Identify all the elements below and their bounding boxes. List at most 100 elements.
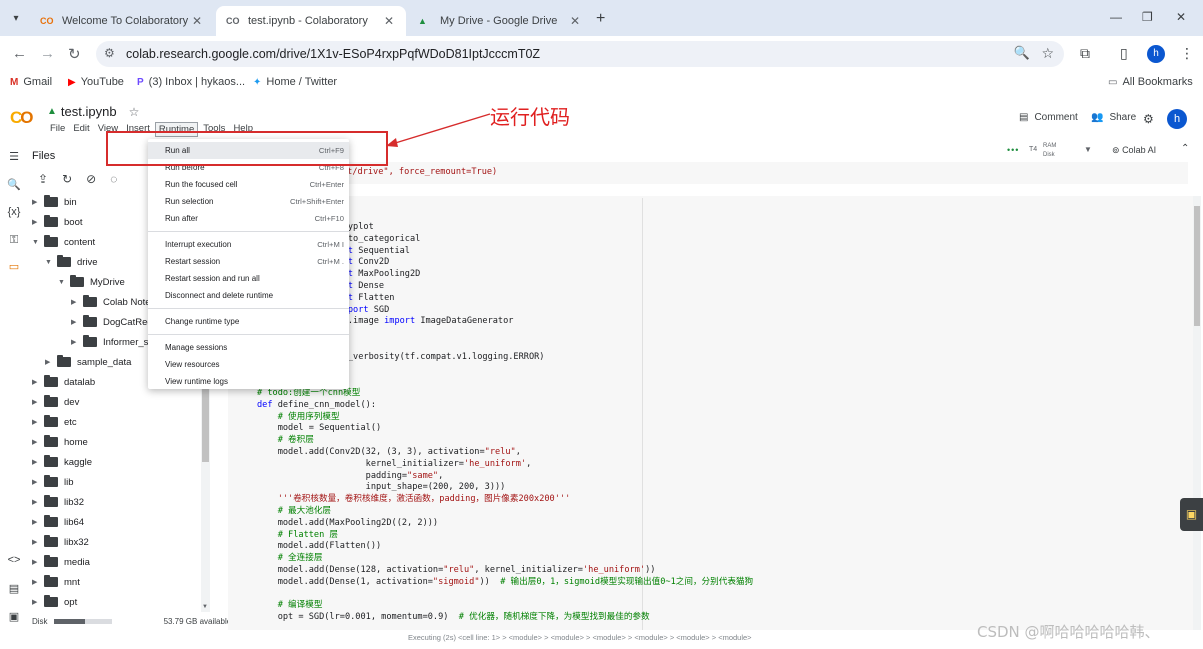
reload-icon[interactable]: ↻ [68,45,81,63]
upload-icon[interactable]: ⇪ [38,172,48,186]
side-panel-icon[interactable]: ▯ [1120,45,1128,62]
new-tab-icon[interactable]: + [596,10,605,28]
runtime-menu-item[interactable]: View resources [148,356,349,373]
file-tree-item[interactable]: ▶ boot [32,212,83,232]
notebook-title[interactable]: test.ipynb [61,104,117,119]
caret-right-icon[interactable]: ▶ [32,598,44,606]
connected-status-icon[interactable]: ••• [1007,145,1019,155]
file-tree-item[interactable]: ▶ mnt [32,572,80,592]
caret-right-icon[interactable]: ▶ [32,218,44,226]
caret-right-icon[interactable]: ▶ [32,398,44,406]
colab-profile-avatar[interactable]: h [1167,109,1187,129]
all-bookmarks[interactable]: ▭ All Bookmarks [1108,76,1193,88]
file-tree-item[interactable]: ▼ content [32,232,95,252]
cell-code[interactable]: nt/drive", force_remount=True) [342,167,497,179]
file-tree-item[interactable]: ▶ dev [32,392,79,412]
toc-icon[interactable]: ☰ [6,150,22,166]
address-bar[interactable]: ⚙ colab.research.google.com/drive/1X1v-E… [96,41,1064,67]
file-tree-item[interactable]: ▶ Informer_sto [71,332,156,352]
file-tree-item[interactable]: ▼ MyDrive [58,272,125,292]
caret-right-icon[interactable]: ▶ [71,318,83,326]
browser-menu-icon[interactable]: ⋮ [1180,45,1194,62]
caret-right-icon[interactable]: ▶ [32,558,44,566]
colab-ai-button[interactable]: ⊚ Colab AI [1112,145,1156,156]
share-button[interactable]: 👥 Share [1091,112,1136,123]
scroll-down-icon[interactable]: ▼ [202,604,208,610]
file-tree-item[interactable]: ▶ media [32,552,90,572]
browser-tab[interactable]: CO Welcome To Colaboratory - C ✕ [30,6,214,36]
collapse-header-icon[interactable]: ⌃ [1181,143,1189,154]
cell-code[interactable]: # todo:创建一个cnn模型 def define_cnn_model(): … [257,388,753,624]
bookmark-twitter[interactable]: ✦ Home / Twitter [253,76,337,88]
gemini-widget-icon[interactable]: ▣ [1180,498,1203,531]
file-tree-item[interactable]: ▶ lib32 [32,492,84,512]
file-tree-item[interactable]: ▶ DogCatReco [71,312,157,332]
tab-search-icon[interactable]: ▾ [6,9,26,29]
caret-down-icon[interactable]: ▼ [45,259,57,266]
file-tree-item[interactable]: ▶ bin [32,192,77,212]
runtime-menu-item[interactable]: View runtime logs [148,373,349,390]
caret-right-icon[interactable]: ▶ [32,578,44,586]
comment-button[interactable]: ▤ Comment [1019,112,1078,123]
caret-right-icon[interactable]: ▶ [32,458,44,466]
variables-icon[interactable]: {x} [6,206,22,222]
runtime-menu-item[interactable]: Restart session Ctrl+M . [148,253,349,270]
file-tree-item[interactable]: ▶ datalab [32,372,95,392]
extensions-icon[interactable]: ⧉ [1080,45,1090,62]
colab-logo-icon[interactable]: CO [10,108,34,128]
caret-right-icon[interactable]: ▶ [32,478,44,486]
browser-profile-avatar[interactable]: h [1147,45,1165,63]
command-palette-icon[interactable]: ▤ [6,582,22,598]
bookmark-gmail[interactable]: M Gmail [10,76,52,88]
file-tree-item[interactable]: ▶ home [32,432,88,452]
url-text[interactable]: colab.research.google.com/drive/1X1v-ESo… [126,47,540,61]
notebook-scroll-thumb[interactable] [1194,206,1200,326]
window-close-icon[interactable]: ✕ [1176,10,1186,24]
runtime-menu-item[interactable]: Run after Ctrl+F10 [148,210,349,227]
forward-icon[interactable]: → [40,45,55,62]
site-info-icon[interactable]: ⚙ [104,46,115,60]
close-tab-icon[interactable]: ✕ [568,14,582,28]
caret-right-icon[interactable]: ▶ [32,498,44,506]
browser-tab[interactable]: ▲ My Drive - Google Drive ✕ [408,6,592,36]
secrets-key-icon[interactable]: ⚿ [6,234,22,250]
file-tree-item[interactable]: ▶ kaggle [32,452,92,472]
runtime-menu-item[interactable]: Disconnect and delete runtime [148,287,349,304]
search-icon[interactable]: 🔍 [6,178,22,194]
file-tree-item[interactable]: ▼ drive [45,252,98,272]
cell-code[interactable]: ort pyplotport to_categoricalimport Sequ… [322,222,544,364]
caret-right-icon[interactable]: ▶ [32,518,44,526]
files-icon[interactable]: ▭ [6,260,22,276]
caret-down-icon[interactable]: ▼ [32,239,44,246]
caret-right-icon[interactable]: ▶ [32,438,44,446]
code-snippets-icon[interactable]: <> [6,554,22,570]
runtime-menu-item[interactable]: Interrupt execution Ctrl+M I [148,236,349,253]
star-icon[interactable]: ☆ [129,105,140,119]
caret-right-icon[interactable]: ▶ [32,418,44,426]
caret-right-icon[interactable]: ▶ [45,358,57,366]
file-tree-item[interactable]: ▶ lib [32,472,74,492]
runtime-menu-item[interactable]: Manage sessions [148,339,349,356]
runtime-menu-item[interactable]: Restart session and run all [148,270,349,287]
runtime-type[interactable]: T4 [1029,146,1037,153]
bookmark-inbox[interactable]: P (3) Inbox | hykaos... [137,76,245,88]
caret-right-icon[interactable]: ▶ [71,338,83,346]
close-tab-icon[interactable]: ✕ [190,14,204,28]
file-tree-item[interactable]: ▶ lib64 [32,512,84,532]
runtime-menu-item[interactable]: Run the focused cell Ctrl+Enter [148,176,349,193]
menu-edit[interactable]: Edit [70,122,92,137]
caret-right-icon[interactable]: ▶ [32,538,44,546]
file-tree-item[interactable]: ▶ sample_data [45,352,131,372]
menu-file[interactable]: File [47,122,68,137]
caret-right-icon[interactable]: ▶ [32,378,44,386]
hide-files-icon[interactable]: ◌ [110,172,117,186]
close-tab-icon[interactable]: ✕ [382,14,396,28]
caret-down-icon[interactable]: ▼ [58,279,70,286]
bookmark-star-icon[interactable]: ☆ [1041,45,1054,62]
restore-icon[interactable]: ❐ [1142,10,1153,24]
file-tree-item[interactable]: ▶ libx32 [32,532,89,552]
file-tree-item[interactable]: ▶ etc [32,412,77,432]
settings-icon[interactable]: ⚙ [1143,112,1154,126]
runtime-menu-item[interactable]: Change runtime type [148,313,349,330]
file-tree-item[interactable]: ▶ opt [32,592,77,612]
